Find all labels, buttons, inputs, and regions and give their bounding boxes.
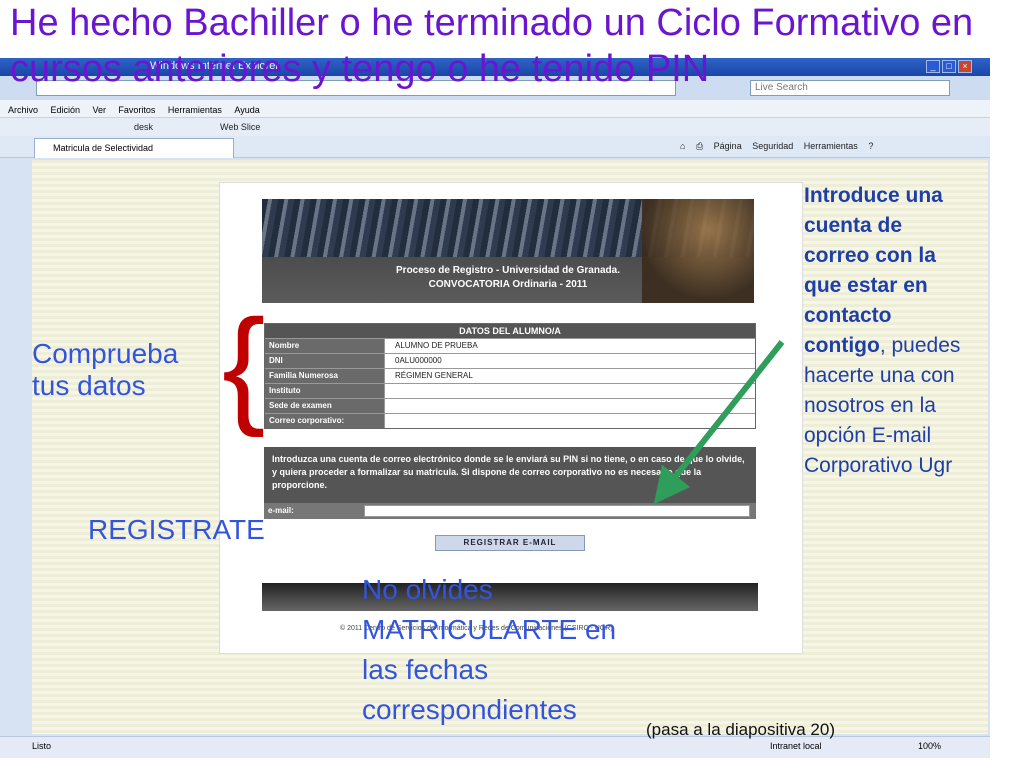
security-zone: Intranet local — [770, 741, 822, 751]
row-label: Instituto — [265, 384, 385, 398]
home-icon[interactable]: ⌂ — [680, 141, 685, 151]
banner-subtitle: CONVOCATORIA Ordinaria - 2011 — [428, 279, 588, 290]
menu-favoritos[interactable]: Favoritos — [118, 101, 155, 119]
status-bar: Listo Intranet local 100% — [0, 736, 990, 758]
tools-menu[interactable]: Herramientas — [804, 141, 858, 151]
menu-ayuda[interactable]: Ayuda — [234, 101, 259, 119]
favorite-desk[interactable]: desk — [134, 122, 153, 132]
row-value — [385, 414, 755, 428]
menu-bar: Archivo Edición Ver Favoritos Herramient… — [0, 100, 990, 118]
table-title: DATOS DEL ALUMNO/A — [265, 324, 755, 338]
zoom-level[interactable]: 100% — [918, 741, 941, 751]
favorites-bar: desk Web Slice — [0, 118, 990, 138]
email-input[interactable] — [364, 505, 750, 517]
row-label: DNI — [265, 354, 385, 368]
command-bar: ⌂ ⎙ Página Seguridad Herramientas ? — [680, 141, 881, 152]
tab-bar: Matricula de Selectividad ⌂ ⎙ Página Seg… — [0, 136, 990, 158]
menu-ver[interactable]: Ver — [92, 101, 106, 119]
row-value: 0ALU000000 — [395, 356, 442, 365]
curly-brace-icon: { — [222, 292, 266, 438]
note-register: REGISTRATE — [88, 514, 265, 545]
note-email-account: Introduce una cuenta de correo con la qu… — [804, 181, 964, 481]
security-menu[interactable]: Seguridad — [752, 141, 793, 151]
tab-matricula[interactable]: Matricula de Selectividad — [34, 138, 234, 158]
favorite-web-slice[interactable]: Web Slice — [220, 122, 260, 132]
help-icon[interactable]: ? — [868, 141, 873, 151]
print-icon[interactable]: ⎙ — [696, 141, 703, 151]
register-email-button[interactable]: REGISTRAR E-MAIL — [435, 535, 585, 551]
page-menu[interactable]: Página — [714, 141, 742, 151]
menu-herramientas[interactable]: Herramientas — [168, 101, 222, 119]
row-label: Sede de examen — [265, 399, 385, 413]
next-slide-link[interactable]: (pasa a la diapositiva 20) — [646, 720, 835, 740]
table-row: Nombre ALUMNO DE PRUEBA — [265, 338, 755, 353]
row-label: Nombre — [265, 339, 385, 353]
note-check-data: Comprueba tus datos — [32, 338, 179, 401]
table-row: Instituto — [265, 383, 755, 398]
row-label: Correo corporativo: — [265, 414, 385, 428]
table-row: Familia Numerosa RÉGIMEN GENERAL — [265, 368, 755, 383]
table-row: Correo corporativo: — [265, 413, 755, 428]
row-value: ALUMNO DE PRUEBA — [395, 341, 478, 350]
row-value: RÉGIMEN GENERAL — [395, 371, 473, 380]
header-banner: Proceso de Registro - Universidad de Gra… — [262, 199, 754, 303]
row-value — [385, 399, 755, 413]
email-info-panel: Introduzca una cuenta de correo electrón… — [264, 447, 756, 519]
email-row: e-mail: — [264, 503, 756, 519]
note-email-bold: Introduce una cuenta de correo con la qu… — [804, 184, 943, 357]
note-matricula: No olvides MATRICULARTE en las fechas co… — [362, 574, 617, 725]
email-label: e-mail: — [268, 506, 294, 515]
status-text: Listo — [32, 741, 52, 751]
slide-title: He hecho Bachiller o he terminado un Cic… — [10, 2, 974, 90]
table-row: Sede de examen — [265, 398, 755, 413]
table-row: DNI 0ALU000000 — [265, 353, 755, 368]
row-value — [385, 384, 755, 398]
menu-archivo[interactable]: Archivo — [8, 101, 38, 119]
menu-edicion[interactable]: Edición — [50, 101, 80, 119]
banner-title: Proceso de Registro - Universidad de Gra… — [396, 265, 620, 276]
row-label: Familia Numerosa — [265, 369, 385, 383]
student-data-table: DATOS DEL ALUMNO/A Nombre ALUMNO DE PRUE… — [264, 323, 756, 429]
email-instructions: Introduzca una cuenta de correo electrón… — [272, 454, 745, 490]
